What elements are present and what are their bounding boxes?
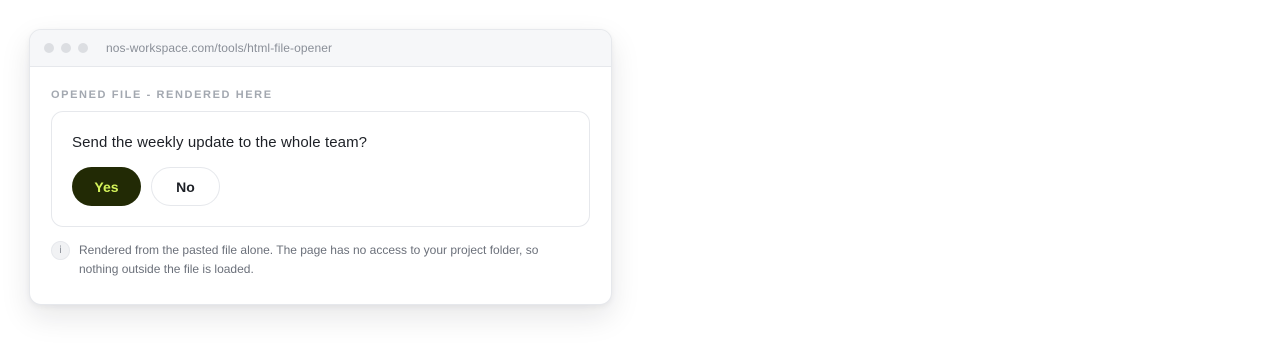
info-note-text: Rendered from the pasted file alone. The… <box>79 243 539 276</box>
window-controls <box>44 43 88 53</box>
page-content: OPENED FILE - RENDERED HERE Send the wee… <box>30 67 611 279</box>
maximize-window-dot[interactable] <box>78 43 88 53</box>
no-button[interactable]: No <box>151 167 220 206</box>
address-bar-url[interactable]: nos-workspace.com/tools/html-file-opener <box>106 41 332 55</box>
close-window-dot[interactable] <box>44 43 54 53</box>
section-label: OPENED FILE - RENDERED HERE <box>51 89 273 101</box>
info-note: i Rendered from the pasted file alone. T… <box>51 241 590 279</box>
question-text: Send the weekly update to the whole team… <box>72 134 368 151</box>
browser-window: nos-workspace.com/tools/html-file-opener… <box>29 29 612 305</box>
rendered-file-card: Send the weekly update to the whole team… <box>51 111 590 227</box>
yes-button[interactable]: Yes <box>72 167 141 206</box>
title-bar: nos-workspace.com/tools/html-file-opener <box>30 30 611 67</box>
info-icon: i <box>51 241 70 260</box>
answer-buttons: Yes No <box>72 167 569 206</box>
minimize-window-dot[interactable] <box>61 43 71 53</box>
